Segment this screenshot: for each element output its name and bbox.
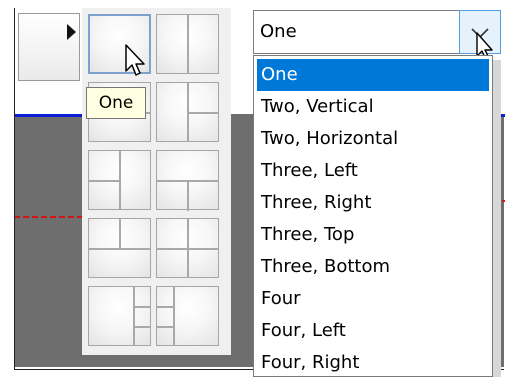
option-four-right[interactable]: Four, Right (257, 347, 489, 379)
option-three-right[interactable]: Three, Right (257, 187, 489, 219)
layout-select-value: One (260, 21, 297, 42)
option-two-horizontal[interactable]: Two, Horizontal (257, 123, 489, 155)
layout-tile-three-left[interactable] (156, 82, 219, 142)
layout-tile-three-bottom[interactable] (88, 218, 151, 278)
mouse-pointer-icon (125, 44, 145, 76)
layout-tile-three-top[interactable] (156, 150, 219, 211)
layout-tile-four[interactable] (156, 218, 219, 278)
option-two-vertical[interactable]: Two, Vertical (257, 91, 489, 123)
option-four-left[interactable]: Four, Left (257, 315, 489, 347)
dropdown-shadow (493, 60, 501, 377)
frame-edge-left (14, 8, 15, 370)
option-one[interactable]: One (257, 59, 489, 91)
play-arrow-icon[interactable] (67, 24, 76, 40)
guide-line-blue (14, 114, 82, 117)
layout-tile-three-right[interactable] (88, 150, 151, 210)
layout-tile-four-left[interactable] (88, 286, 151, 346)
layout-select[interactable]: One (253, 10, 501, 54)
option-three-left[interactable]: Three, Left (257, 155, 489, 187)
layout-tile-four-right[interactable] (156, 286, 219, 346)
guide-line-red (14, 216, 82, 218)
layout-dropdown-list: One Two, Vertical Two, Horizontal Three,… (253, 55, 493, 377)
option-three-top[interactable]: Three, Top (257, 219, 489, 251)
layout-palette (82, 8, 231, 355)
layout-tile-two-vertical[interactable] (156, 14, 219, 74)
option-four[interactable]: Four (257, 283, 489, 315)
option-three-bottom[interactable]: Three, Bottom (257, 251, 489, 283)
layout-tooltip: One (86, 87, 146, 119)
